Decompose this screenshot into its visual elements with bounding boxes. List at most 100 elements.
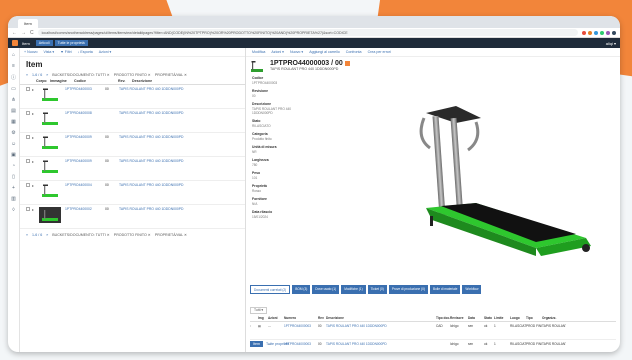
filter-chip[interactable]: BUCKETS/DOCUMENTO: TUTTI ✕: [52, 73, 110, 77]
row-checkbox[interactable]: ▫: [250, 324, 258, 328]
info-icon[interactable]: ⓘ: [11, 74, 16, 81]
app-logo-icon[interactable]: [12, 40, 18, 46]
doc-icon[interactable]: ▯: [12, 174, 15, 180]
list-icon[interactable]: ≡: [12, 63, 15, 69]
filter-button[interactable]: ▼ Filtri: [60, 50, 71, 54]
pager-prev-button[interactable]: «: [26, 73, 28, 77]
expand-icon[interactable]: ▸: [32, 159, 39, 164]
row-checkbox[interactable]: [26, 183, 30, 187]
table-row[interactable]: ▸ 1PTPRO4400008 TAPIS ROULANT PRO 440 1DDD…: [20, 109, 245, 133]
footer-tab-item[interactable]: Item: [250, 341, 263, 347]
expand-icon[interactable]: ▸: [32, 135, 39, 140]
expand-icon[interactable]: ▸: [32, 111, 39, 116]
plus-icon[interactable]: +: [12, 185, 15, 191]
subtable-row[interactable]: ▫▤ ⋯1PTPRO4400000300 TAPIS ROULANT PRO 440…: [250, 322, 616, 340]
subtable-filter-select[interactable]: Tutti ▾: [250, 306, 268, 314]
subtable-column-header[interactable]: [250, 316, 258, 321]
subtable-column-header[interactable]: Img: [258, 316, 268, 321]
reload-icon[interactable]: C: [30, 30, 34, 36]
tab-where-used[interactable]: Dove usato (1): [312, 285, 340, 294]
pager-prev-button[interactable]: «: [26, 233, 28, 237]
table-row[interactable]: ▸ 1PTPRO4400009 00 TAPIS ROULANT PRO 440 1D…: [20, 157, 245, 181]
subtable-cell-num[interactable]: 1PTPRO44000003: [284, 324, 318, 328]
item-code-link[interactable]: 1PTPRO4400004: [61, 183, 105, 187]
forward-icon[interactable]: →: [21, 30, 26, 36]
actions-button[interactable]: Azioni ▾: [99, 50, 112, 54]
expand-icon[interactable]: ▸: [32, 183, 39, 188]
home-icon[interactable]: ⌂: [12, 52, 15, 58]
bell-icon[interactable]: ◊: [12, 207, 14, 213]
item-description-link[interactable]: TAPIS ROULANT PRO 440 1DDDN000PD: [119, 87, 245, 91]
filter-chip[interactable]: PRODOTTO FINITO ✕: [114, 73, 151, 77]
tab-workflow[interactable]: Workflow: [462, 285, 482, 294]
compare-button[interactable]: Confronta: [346, 50, 362, 54]
column-header[interactable]: Descrizione: [132, 79, 152, 84]
edit-button[interactable]: Modifica: [252, 50, 265, 54]
header-chip[interactable]: Tutte le proprietà: [54, 40, 88, 46]
new-button[interactable]: + Nuovo: [24, 50, 38, 54]
subtable-column-header[interactable]: Rev: [318, 316, 326, 321]
row-actions-icon[interactable]: ⋯: [268, 324, 284, 328]
subtable-column-header[interactable]: Organizz.: [542, 316, 566, 321]
table-row[interactable]: ▸ 1PTPRO4400002 00 TAPIS ROULANT PRO 440 1D…: [20, 205, 245, 229]
pager-next-button[interactable]: »: [46, 73, 48, 77]
row-checkbox[interactable]: [26, 135, 30, 139]
item-description-link[interactable]: TAPIS ROULANT PRO 440 1DDDN000PD: [119, 183, 245, 187]
view-button[interactable]: Vista ▾: [44, 50, 55, 54]
subtable-column-header[interactable]: Stato: [484, 316, 494, 321]
extension-icon[interactable]: [582, 30, 586, 35]
tab-changes[interactable]: Modifiche (1): [341, 285, 366, 294]
item-description-link[interactable]: TAPIS ROULANT PRO 440 1DDDN000PD: [119, 159, 245, 163]
expand-icon[interactable]: ▸: [32, 207, 39, 212]
filter-chip[interactable]: PROPRIETÀ/VAL ✕: [155, 73, 187, 77]
add-to-cart-button[interactable]: Aggiungi al carrello: [309, 50, 340, 54]
profile-icon[interactable]: [612, 30, 616, 35]
item-code-link[interactable]: 1PTPRO4400009: [61, 135, 105, 139]
item-code-link[interactable]: 1PTPRO4400009: [61, 159, 105, 163]
footer-tab-all-props[interactable]: Tutte proprietà: [266, 342, 289, 346]
filter-chip[interactable]: BUCKETS/DOCUMENTO: TUTTI ✕: [52, 233, 110, 237]
box-icon[interactable]: ▣: [11, 152, 16, 158]
report-error-button[interactable]: Crea per errori: [368, 50, 391, 54]
extension-icon[interactable]: [588, 30, 592, 35]
pager-next-button[interactable]: »: [46, 233, 48, 237]
tree-icon[interactable]: ⋔: [11, 97, 15, 103]
column-header[interactable]: Rev.: [118, 79, 132, 84]
tab-related-docs[interactable]: Documenti correlati (2): [250, 285, 291, 294]
gauge-icon[interactable]: ◔: [12, 163, 15, 169]
user-menu[interactable]: aliqi ▾: [606, 41, 616, 46]
extension-icon[interactable]: [594, 30, 598, 35]
subtable-column-header[interactable]: Tipo doc.: [436, 316, 450, 321]
grid-icon[interactable]: ▦: [11, 119, 16, 125]
folder-icon[interactable]: ▭: [11, 86, 16, 92]
subtable-column-header[interactable]: Limite: [494, 316, 510, 321]
back-icon[interactable]: ←: [12, 30, 17, 36]
chart-icon[interactable]: ▤: [11, 108, 16, 114]
tab-material-bills[interactable]: Bolle di materiale: [429, 285, 461, 294]
row-checkbox[interactable]: [26, 111, 30, 115]
item-code-link[interactable]: 1PTPRO4400008: [61, 111, 105, 115]
filter-chip[interactable]: PRODOTTO FINITO ✕: [114, 233, 151, 237]
row-checkbox[interactable]: [26, 207, 30, 211]
tab-bom[interactable]: BOM (3): [292, 285, 311, 294]
extension-icon[interactable]: [606, 30, 610, 35]
users-icon[interactable]: ☺: [11, 141, 16, 147]
extension-icon[interactable]: [600, 30, 604, 35]
export-button[interactable]: ↓ Esporta: [78, 50, 93, 54]
subtable-column-header[interactable]: Revisore: [450, 316, 468, 321]
item-description-link[interactable]: TAPIS ROULANT PRO 440 1DDDN000PD: [119, 207, 245, 211]
subtable-column-header[interactable]: Azioni: [268, 316, 284, 321]
header-chip[interactable]: Articoli: [35, 40, 53, 46]
calendar-icon[interactable]: ▥: [11, 196, 16, 202]
subtable-column-header[interactable]: Luogo: [510, 316, 526, 321]
settings-icon[interactable]: ⚙: [11, 130, 15, 136]
item-description-link[interactable]: TAPIS ROULANT PRO 440 1DDDN000PD: [119, 111, 245, 115]
subtable-column-header[interactable]: Numero: [284, 316, 318, 321]
browser-tab[interactable]: Item: [18, 19, 38, 28]
actions-button[interactable]: Azioni ▾: [271, 50, 284, 54]
table-row[interactable]: ▸ 1PTPRO4400004 00 TAPIS ROULANT PRO 440 1D…: [20, 181, 245, 205]
table-row[interactable]: ▸ 1PTPRO4400009 00 TAPIS ROULANT PRO 440 1D…: [20, 133, 245, 157]
item-code-link[interactable]: 1PTPRO4400002: [61, 207, 105, 211]
tab-production-tests[interactable]: Prove di produzione (0): [388, 285, 428, 294]
url-input[interactable]: localhost/comm/anotheraddress/pages/ui/i…: [37, 29, 578, 36]
